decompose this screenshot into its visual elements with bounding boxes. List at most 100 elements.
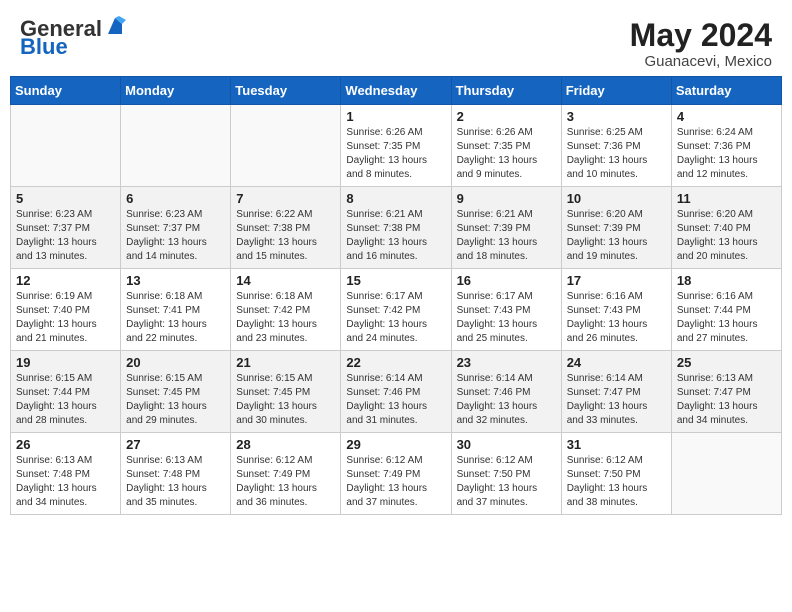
calendar-day-cell: 5 Sunrise: 6:23 AM Sunset: 7:37 PM Daylig… (11, 187, 121, 269)
calendar-day-cell: 9 Sunrise: 6:21 AM Sunset: 7:39 PM Daylig… (451, 187, 561, 269)
day-number: 10 (567, 191, 666, 206)
calendar-day-cell: 22 Sunrise: 6:14 AM Sunset: 7:46 PM Dayli… (341, 351, 451, 433)
calendar-day-cell (671, 433, 781, 515)
day-number: 1 (346, 109, 445, 124)
day-number: 5 (16, 191, 115, 206)
day-info: Sunrise: 6:15 AM Sunset: 7:45 PM Dayligh… (126, 372, 225, 428)
day-info: Sunrise: 6:17 AM Sunset: 7:43 PM Dayligh… (457, 290, 556, 346)
day-info: Sunrise: 6:22 AM Sunset: 7:38 PM Dayligh… (236, 208, 335, 264)
day-number: 31 (567, 437, 666, 452)
calendar-day-cell: 14Sunrise: 6:18 AM Sunset: 7:42 PM Dayli… (231, 269, 341, 351)
calendar-title: May 2024 (630, 18, 772, 53)
day-number: 22 (346, 355, 445, 370)
calendar-day-cell (231, 105, 341, 187)
calendar-day-cell: 28Sunrise: 6:12 AM Sunset: 7:49 PM Dayli… (231, 433, 341, 515)
day-number: 13 (126, 273, 225, 288)
day-info: Sunrise: 6:21 AM Sunset: 7:38 PM Dayligh… (346, 208, 445, 264)
day-info: Sunrise: 6:14 AM Sunset: 7:46 PM Dayligh… (457, 372, 556, 428)
day-info: Sunrise: 6:14 AM Sunset: 7:47 PM Dayligh… (567, 372, 666, 428)
calendar-day-cell: 18 Sunrise: 6:16 AM Sunset: 7:44 PM Dayli… (671, 269, 781, 351)
calendar-day-cell: 19Sunrise: 6:15 AM Sunset: 7:44 PM Dayli… (11, 351, 121, 433)
logo-icon (104, 16, 126, 38)
day-number: 30 (457, 437, 556, 452)
calendar-day-cell: 27 Sunrise: 6:13 AM Sunset: 7:48 PM Dayli… (121, 433, 231, 515)
day-info: Sunrise: 6:18 AM Sunset: 7:41 PM Dayligh… (126, 290, 225, 346)
calendar-day-cell: 30 Sunrise: 6:12 AM Sunset: 7:50 PM Dayli… (451, 433, 561, 515)
day-number: 8 (346, 191, 445, 206)
calendar-day-cell: 2Sunrise: 6:26 AM Sunset: 7:35 PM Daylig… (451, 105, 561, 187)
day-number: 9 (457, 191, 556, 206)
day-info: Sunrise: 6:16 AM Sunset: 7:44 PM Dayligh… (677, 290, 776, 346)
day-number: 7 (236, 191, 335, 206)
day-info: Sunrise: 6:24 AM Sunset: 7:36 PM Dayligh… (677, 126, 776, 182)
day-info: Sunrise: 6:15 AM Sunset: 7:45 PM Dayligh… (236, 372, 335, 428)
calendar-day-header: Tuesday (231, 77, 341, 105)
day-info: Sunrise: 6:19 AM Sunset: 7:40 PM Dayligh… (16, 290, 115, 346)
calendar-day-cell: 1 Sunrise: 6:26 AM Sunset: 7:35 PM Daylig… (341, 105, 451, 187)
title-block: May 2024 Guanacevi, Mexico (630, 18, 772, 70)
calendar-day-cell: 4Sunrise: 6:24 AM Sunset: 7:36 PM Daylig… (671, 105, 781, 187)
calendar-table: SundayMondayTuesdayWednesdayThursdayFrid… (10, 76, 782, 515)
day-number: 11 (677, 191, 776, 206)
calendar-day-cell: 26Sunrise: 6:13 AM Sunset: 7:48 PM Dayli… (11, 433, 121, 515)
calendar-day-cell: 23 Sunrise: 6:14 AM Sunset: 7:46 PM Dayli… (451, 351, 561, 433)
day-number: 16 (457, 273, 556, 288)
day-info: Sunrise: 6:20 AM Sunset: 7:40 PM Dayligh… (677, 208, 776, 264)
calendar-day-header: Monday (121, 77, 231, 105)
day-number: 20 (126, 355, 225, 370)
day-number: 24 (567, 355, 666, 370)
day-number: 6 (126, 191, 225, 206)
logo-blue-text: Blue (20, 36, 68, 58)
calendar-day-header: Wednesday (341, 77, 451, 105)
calendar-day-cell: 20 Sunrise: 6:15 AM Sunset: 7:45 PM Dayli… (121, 351, 231, 433)
calendar-day-header: Saturday (671, 77, 781, 105)
calendar-day-cell: 17Sunrise: 6:16 AM Sunset: 7:43 PM Dayli… (561, 269, 671, 351)
day-number: 29 (346, 437, 445, 452)
calendar-header-row: SundayMondayTuesdayWednesdayThursdayFrid… (11, 77, 782, 105)
day-number: 27 (126, 437, 225, 452)
calendar-day-header: Friday (561, 77, 671, 105)
calendar-day-cell: 21Sunrise: 6:15 AM Sunset: 7:45 PM Dayli… (231, 351, 341, 433)
calendar-day-cell: 25 Sunrise: 6:13 AM Sunset: 7:47 PM Dayli… (671, 351, 781, 433)
day-info: Sunrise: 6:13 AM Sunset: 7:48 PM Dayligh… (126, 454, 225, 510)
calendar-day-cell: 13 Sunrise: 6:18 AM Sunset: 7:41 PM Dayli… (121, 269, 231, 351)
calendar-week-row: 26Sunrise: 6:13 AM Sunset: 7:48 PM Dayli… (11, 433, 782, 515)
calendar-body: 1 Sunrise: 6:26 AM Sunset: 7:35 PM Daylig… (11, 105, 782, 515)
day-info: Sunrise: 6:12 AM Sunset: 7:50 PM Dayligh… (457, 454, 556, 510)
day-info: Sunrise: 6:26 AM Sunset: 7:35 PM Dayligh… (346, 126, 445, 182)
calendar-day-cell (11, 105, 121, 187)
logo: General Blue (20, 18, 126, 58)
calendar-day-cell: 16 Sunrise: 6:17 AM Sunset: 7:43 PM Dayli… (451, 269, 561, 351)
day-number: 3 (567, 109, 666, 124)
day-info: Sunrise: 6:21 AM Sunset: 7:39 PM Dayligh… (457, 208, 556, 264)
calendar-day-cell: 10 Sunrise: 6:20 AM Sunset: 7:39 PM Dayli… (561, 187, 671, 269)
day-number: 12 (16, 273, 115, 288)
calendar-day-cell (121, 105, 231, 187)
calendar-day-cell: 29Sunrise: 6:12 AM Sunset: 7:49 PM Dayli… (341, 433, 451, 515)
day-info: Sunrise: 6:25 AM Sunset: 7:36 PM Dayligh… (567, 126, 666, 182)
calendar-day-cell: 31 Sunrise: 6:12 AM Sunset: 7:50 PM Dayli… (561, 433, 671, 515)
day-info: Sunrise: 6:23 AM Sunset: 7:37 PM Dayligh… (126, 208, 225, 264)
day-info: Sunrise: 6:13 AM Sunset: 7:47 PM Dayligh… (677, 372, 776, 428)
day-number: 18 (677, 273, 776, 288)
day-number: 2 (457, 109, 556, 124)
day-info: Sunrise: 6:14 AM Sunset: 7:46 PM Dayligh… (346, 372, 445, 428)
day-info: Sunrise: 6:17 AM Sunset: 7:42 PM Dayligh… (346, 290, 445, 346)
day-number: 23 (457, 355, 556, 370)
calendar-day-header: Sunday (11, 77, 121, 105)
calendar-day-cell: 24 Sunrise: 6:14 AM Sunset: 7:47 PM Dayli… (561, 351, 671, 433)
day-info: Sunrise: 6:12 AM Sunset: 7:49 PM Dayligh… (236, 454, 335, 510)
day-number: 25 (677, 355, 776, 370)
calendar-day-cell: 15Sunrise: 6:17 AM Sunset: 7:42 PM Dayli… (341, 269, 451, 351)
day-info: Sunrise: 6:12 AM Sunset: 7:50 PM Dayligh… (567, 454, 666, 510)
calendar-day-cell: 3 Sunrise: 6:25 AM Sunset: 7:36 PM Daylig… (561, 105, 671, 187)
calendar-week-row: 1 Sunrise: 6:26 AM Sunset: 7:35 PM Daylig… (11, 105, 782, 187)
calendar-day-header: Thursday (451, 77, 561, 105)
calendar-week-row: 12 Sunrise: 6:19 AM Sunset: 7:40 PM Dayli… (11, 269, 782, 351)
day-info: Sunrise: 6:16 AM Sunset: 7:43 PM Dayligh… (567, 290, 666, 346)
calendar-day-cell: 6 Sunrise: 6:23 AM Sunset: 7:37 PM Daylig… (121, 187, 231, 269)
day-info: Sunrise: 6:20 AM Sunset: 7:39 PM Dayligh… (567, 208, 666, 264)
day-info: Sunrise: 6:23 AM Sunset: 7:37 PM Dayligh… (16, 208, 115, 264)
calendar-day-cell: 12 Sunrise: 6:19 AM Sunset: 7:40 PM Dayli… (11, 269, 121, 351)
day-info: Sunrise: 6:18 AM Sunset: 7:42 PM Dayligh… (236, 290, 335, 346)
